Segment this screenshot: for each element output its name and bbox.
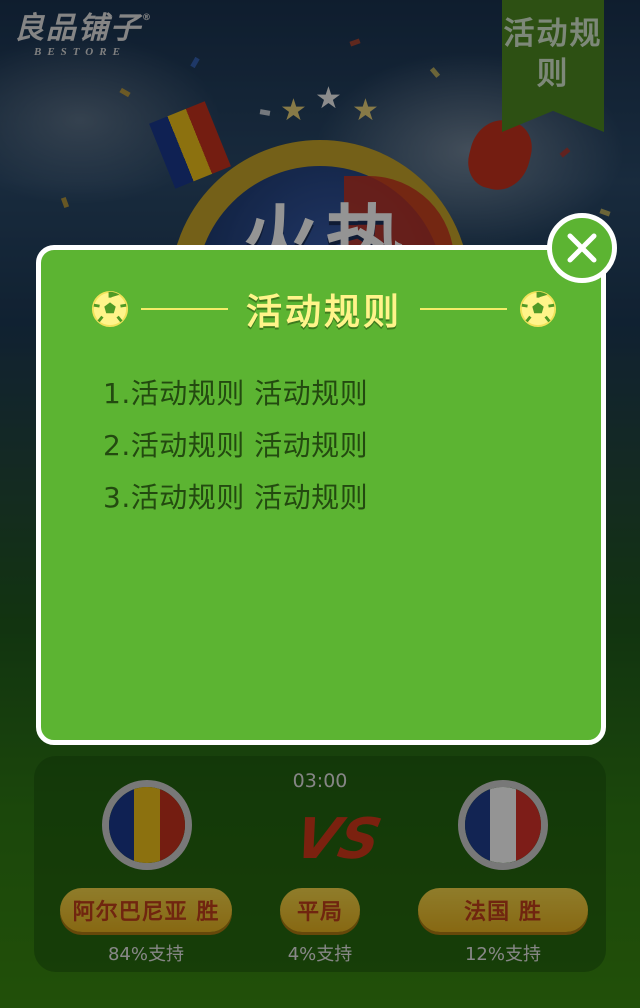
- modal-title: 活动规则: [246, 292, 403, 333]
- rule-item: 2.活动规则 活动规则: [103, 429, 369, 462]
- rules-list: 1.活动规则 活动规则 2.活动规则 活动规则 3.活动规则 活动规则: [103, 368, 368, 524]
- soccer-ball-icon: [91, 290, 129, 328]
- divider-line: [420, 308, 508, 310]
- rules-modal: 活动规则 1.活动规则 活动规则 2.活动规则 活动规则 3.活动规则 活动规则: [36, 245, 606, 745]
- rule-item: 3.活动规则 活动规则: [103, 481, 369, 514]
- close-icon: [567, 233, 597, 263]
- modal-header: 活动规则: [91, 283, 557, 335]
- soccer-ball-icon: [519, 290, 557, 328]
- rule-item: 1.活动规则 活动规则: [103, 377, 369, 410]
- close-button[interactable]: [547, 213, 617, 283]
- divider-line: [141, 308, 228, 310]
